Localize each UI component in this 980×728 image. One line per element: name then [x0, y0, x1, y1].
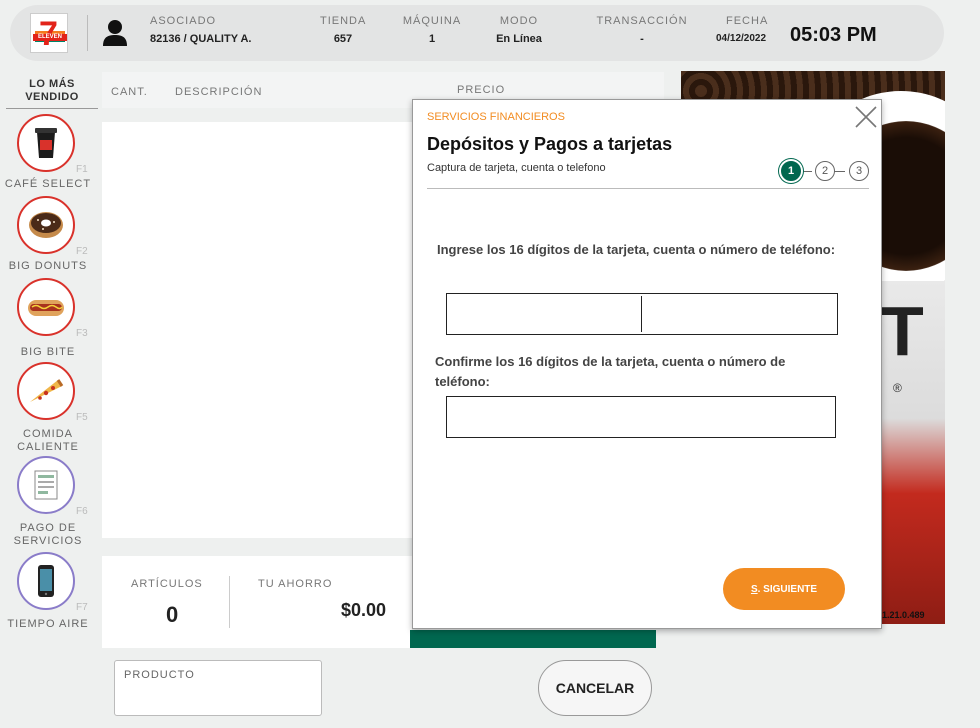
modo-value: En Línea: [496, 33, 542, 45]
financial-services-modal: SERVICIOS FINANCIEROS Depósitos y Pagos …: [412, 99, 882, 629]
shortcut-f5: F5: [76, 412, 88, 423]
next-button-label: . SIGUIENTE: [757, 583, 818, 595]
pago-servicios-label: PAGO DE SERVICIOS: [4, 522, 92, 548]
seven-eleven-logo: 7 ELEVEN: [30, 13, 68, 53]
header-divider: [87, 15, 88, 51]
header-modo: MODO En Línea: [492, 15, 546, 45]
sidebar-title: LO MÁS VENDIDO: [6, 78, 98, 109]
cafe-select-label: CAFÉ SELECT: [4, 178, 92, 190]
ahorro-value: $0.00: [341, 600, 387, 620]
big-bite-label: BIG BITE: [20, 346, 76, 358]
cafe-select-button[interactable]: [17, 114, 75, 172]
product-input-label: PRODUCTO: [124, 669, 195, 681]
total-green-bar: [410, 630, 656, 648]
step-1: 1: [781, 161, 801, 181]
bill-receipt-icon: [34, 470, 58, 500]
comida-caliente-label-line2: CALIENTE: [17, 441, 79, 453]
shortcut-f7: F7: [76, 602, 88, 613]
sidebar-title-line2: VENDIDO: [25, 91, 79, 103]
transaccion-label: TRANSACCIÓN: [596, 15, 688, 27]
tienda-value: 657: [333, 33, 353, 45]
close-icon[interactable]: [853, 104, 879, 130]
tiempo-aire-button[interactable]: [17, 552, 75, 610]
fecha-value: 04/12/2022: [716, 33, 767, 44]
text-caret: [641, 296, 642, 332]
product-input[interactable]: PRODUCTO: [114, 660, 322, 716]
maquina-value: 1: [428, 33, 436, 45]
header-maquina: MÁQUINA 1: [402, 15, 462, 45]
ad-registered-mark: ®: [893, 381, 902, 395]
comida-caliente-label-line1: COMIDA: [23, 428, 73, 440]
hot-dog-icon: [28, 300, 64, 316]
modal-category: SERVICIOS FINANCIEROS: [427, 111, 565, 123]
maquina-label: MÁQUINA: [402, 15, 462, 27]
shortcut-f2: F2: [76, 246, 88, 257]
confirm-number-label: Confirme los 16 dígitos de la tarjeta, c…: [435, 354, 786, 389]
ahorro-label: TU AHORRO: [258, 578, 333, 590]
pago-servicios-label-line1: PAGO DE: [19, 522, 77, 534]
header-tienda: TIENDA 657: [320, 15, 366, 45]
user-icon: [103, 20, 127, 46]
next-button[interactable]: S. SIGUIENTE: [723, 568, 845, 610]
big-donuts-label: BIG DONUTS: [8, 260, 88, 272]
col-cantidad: CANT.: [111, 86, 148, 98]
asociado-value: 82136 / QUALITY A.: [150, 33, 252, 45]
modal-title: Depósitos y Pagos a tarjetas: [427, 134, 673, 154]
pago-servicios-label-line2: SERVICIOS: [13, 535, 83, 547]
step-3: 3: [849, 161, 869, 181]
step-2: 2: [815, 161, 835, 181]
tienda-label: TIENDA: [320, 15, 367, 27]
comida-caliente-label: COMIDA CALIENTE: [4, 428, 92, 454]
asociado-label: ASOCIADO: [150, 15, 217, 27]
big-bite-button[interactable]: [17, 278, 75, 336]
next-shortcut-key: S: [750, 583, 758, 595]
col-descripcion: DESCRIPCIÓN: [175, 86, 263, 98]
confirm-number-input[interactable]: [446, 396, 836, 438]
transaccion-value: -: [640, 33, 644, 45]
totals-panel: ARTÍCULOS 0 TU AHORRO $0.00: [102, 556, 412, 648]
card-number-input[interactable]: [446, 293, 838, 335]
comida-caliente-button[interactable]: [17, 362, 75, 420]
pizza-slice-icon: [30, 379, 64, 402]
shortcut-f3: F3: [76, 328, 88, 339]
header-asociado: ASOCIADO 82136 / QUALITY A.: [150, 15, 251, 45]
app-version: 1.21.0.489: [882, 610, 925, 620]
cancel-button[interactable]: CANCELAR: [538, 660, 652, 716]
fecha-label: FECHA: [726, 15, 769, 27]
tiempo-aire-label: TIEMPO AIRE: [7, 618, 89, 630]
top-header: 7 ELEVEN ASOCIADO 82136 / QUALITY A. TIE…: [10, 5, 944, 61]
shortcut-f6: F6: [76, 506, 88, 517]
sidebar-title-line1: LO MÁS: [29, 78, 75, 90]
coffee-cup-icon: [35, 128, 57, 158]
modal-subtitle: Captura de tarjeta, cuenta o telefono: [427, 162, 606, 174]
articulos-label: ARTÍCULOS: [131, 578, 203, 590]
articulos-value: 0: [166, 602, 179, 627]
col-precio: PRECIO: [457, 84, 506, 96]
mobile-phone-icon: [38, 565, 54, 597]
totals-divider: [229, 576, 230, 628]
pago-servicios-button[interactable]: [17, 456, 75, 514]
ad-big-letter: T: [881, 292, 924, 370]
modal-divider: [427, 188, 869, 189]
big-donuts-button[interactable]: [17, 196, 75, 254]
card-number-label: Ingrese los 16 dígitos de la tarjeta, cu…: [437, 242, 836, 257]
modo-label: MODO: [499, 15, 539, 27]
donut-icon: [29, 212, 63, 238]
shortcut-f1: F1: [76, 164, 88, 175]
header-clock: 05:03 PM: [790, 24, 877, 46]
step-connector-1: [800, 171, 812, 172]
step-indicator: 1 2 3: [777, 158, 873, 186]
logo-text: ELEVEN: [33, 34, 67, 41]
header-fecha: FECHA 04/12/2022: [716, 15, 788, 44]
header-transaccion: TRANSACCIÓN -: [596, 15, 688, 45]
